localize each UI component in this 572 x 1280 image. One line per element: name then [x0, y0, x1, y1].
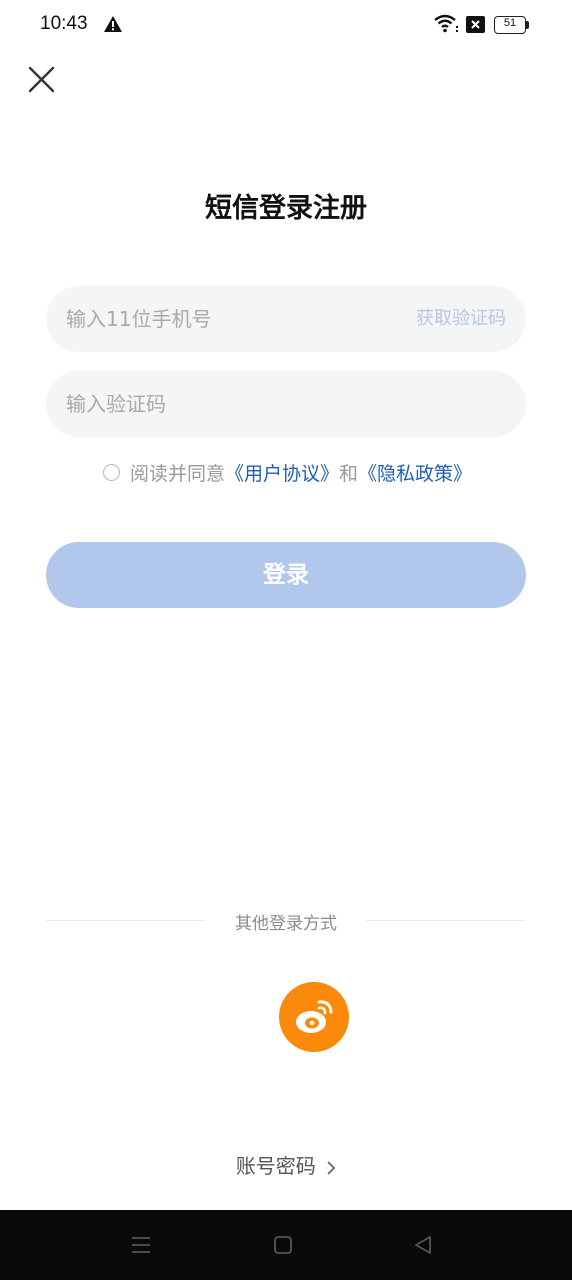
status-time: 10:43 — [40, 13, 88, 34]
agreement-row: 阅读并同意 《用户协议》 和 《隐私政策》 — [103, 458, 472, 486]
back-icon[interactable] — [412, 1234, 434, 1256]
status-bar: 10:43 51 — [0, 0, 572, 50]
privacy-policy-link[interactable]: 《隐私政策》 — [358, 459, 472, 486]
code-field[interactable]: 输入验证码 — [46, 371, 526, 437]
weibo-login-button[interactable] — [279, 982, 349, 1052]
page-title: 短信登录注册 — [205, 193, 367, 224]
phone-input-placeholder[interactable]: 输入11位手机号 — [66, 286, 211, 352]
weibo-icon — [296, 1000, 333, 1033]
battery-cap — [526, 21, 529, 29]
get-code-button[interactable]: 获取验证码 — [416, 286, 506, 352]
wifi-icon — [434, 14, 458, 33]
home-icon[interactable] — [272, 1234, 294, 1256]
chevron-right-icon — [327, 1160, 336, 1175]
battery-icon: 51 — [494, 16, 530, 34]
agreement-prefix: 阅读并同意 — [130, 462, 226, 485]
user-agreement-link[interactable]: 《用户协议》 — [225, 459, 339, 486]
x-box-icon — [466, 16, 485, 33]
close-button[interactable] — [24, 62, 60, 98]
menu-icon[interactable] — [130, 1234, 152, 1256]
login-button[interactable]: 登录 — [46, 542, 526, 608]
other-login-label: 其他登录方式 — [235, 914, 337, 934]
code-input-placeholder[interactable]: 输入验证码 — [66, 371, 166, 437]
divider-right — [366, 920, 526, 921]
battery-level: 51 — [503, 17, 517, 29]
close-icon — [28, 66, 55, 93]
agreement-checkbox[interactable] — [103, 463, 120, 481]
phone-field[interactable]: 输入11位手机号 获取验证码 — [46, 286, 526, 352]
agreement-connector: 和 — [339, 462, 359, 485]
alert-icon — [104, 16, 122, 32]
system-nav-bar — [0, 1210, 572, 1280]
account-password-label[interactable]: 账号密码 — [236, 1154, 316, 1178]
account-password-login[interactable]: 账号密码 — [0, 1150, 572, 1179]
